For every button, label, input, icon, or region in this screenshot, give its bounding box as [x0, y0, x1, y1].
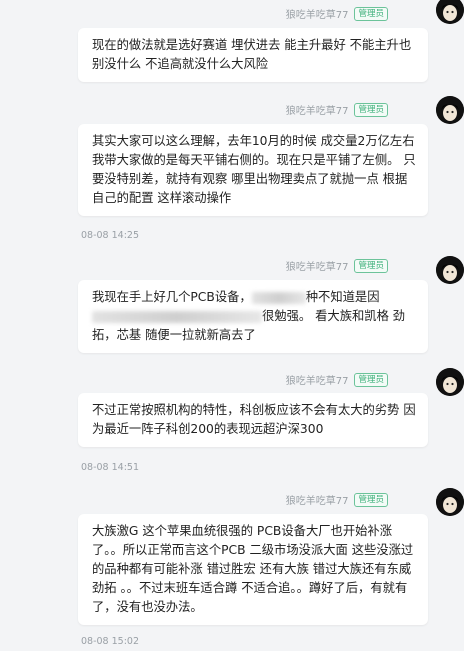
- avatar-image-icon: [436, 0, 464, 24]
- avatar-image-icon: [436, 368, 464, 396]
- admin-badge: 管理员: [354, 102, 388, 117]
- avatar[interactable]: [436, 96, 464, 124]
- avatar-image-icon: [436, 96, 464, 124]
- message-text: 大族激G 这个苹果血统很强的 PCB设备大厂也开始补涨了。。所以正常而言这个PC…: [92, 524, 414, 614]
- username[interactable]: 狼吃羊吃草77: [286, 492, 349, 507]
- message-header: 狼吃羊吃草77 管理员: [286, 492, 388, 507]
- message-text-part: 我现在手上好几个PCB设备，: [92, 290, 252, 304]
- timestamp: 08-08 14:25: [81, 230, 140, 241]
- username[interactable]: 狼吃羊吃草77: [286, 258, 349, 273]
- admin-badge: 管理员: [354, 258, 388, 273]
- message-bubble[interactable]: 不过正常按照机构的特性，科创板应该不会有太大的劣势 因为最近一阵子科创200的表…: [78, 393, 428, 447]
- avatar-image-icon: [436, 256, 464, 284]
- message-bubble[interactable]: 现在的做法就是选好赛道 埋伏进去 能主升最好 不能主升也别没什么 不追高就没什么…: [78, 28, 428, 82]
- message-header: 狼吃羊吃草77 管理员: [286, 372, 388, 387]
- message-bubble[interactable]: 其实大家可以这么理解，去年10月的时候 成交量2万亿左右 我带大家做的是每天平铺…: [78, 124, 428, 216]
- admin-badge: 管理员: [354, 372, 388, 387]
- redacted-region: [251, 291, 306, 304]
- message-bubble[interactable]: 我现在手上好几个PCB设备， 种不知道是因 很勉强。 看大族和凯格 劲拓，芯基 随…: [78, 280, 428, 353]
- username[interactable]: 狼吃羊吃草77: [286, 6, 349, 21]
- admin-badge: 管理员: [354, 492, 388, 507]
- avatar[interactable]: [436, 488, 464, 516]
- avatar[interactable]: [436, 368, 464, 396]
- avatar-image-icon: [436, 488, 464, 516]
- message-text-part: 种不知道是因: [305, 290, 380, 304]
- message-bubble[interactable]: 大族激G 这个苹果血统很强的 PCB设备大厂也开始补涨了。。所以正常而言这个PC…: [78, 514, 428, 625]
- username[interactable]: 狼吃羊吃草77: [286, 102, 349, 117]
- avatar[interactable]: [436, 256, 464, 284]
- avatar[interactable]: [436, 0, 464, 24]
- message-header: 狼吃羊吃草77 管理员: [286, 6, 388, 21]
- message-text: 其实大家可以这么理解，去年10月的时候 成交量2万亿左右 我带大家做的是每天平铺…: [92, 134, 416, 205]
- message-header: 狼吃羊吃草77 管理员: [286, 258, 388, 273]
- redacted-region: [92, 310, 262, 323]
- timestamp: 08-08 15:02: [81, 636, 140, 647]
- message-text: 现在的做法就是选好赛道 埋伏进去 能主升最好 不能主升也别没什么 不追高就没什么…: [92, 38, 412, 71]
- timestamp: 08-08 14:51: [81, 462, 140, 473]
- username[interactable]: 狼吃羊吃草77: [286, 372, 349, 387]
- message-text: 不过正常按照机构的特性，科创板应该不会有太大的劣势 因为最近一阵子科创200的表…: [92, 403, 416, 436]
- message-header: 狼吃羊吃草77 管理员: [286, 102, 388, 117]
- admin-badge: 管理员: [354, 6, 388, 21]
